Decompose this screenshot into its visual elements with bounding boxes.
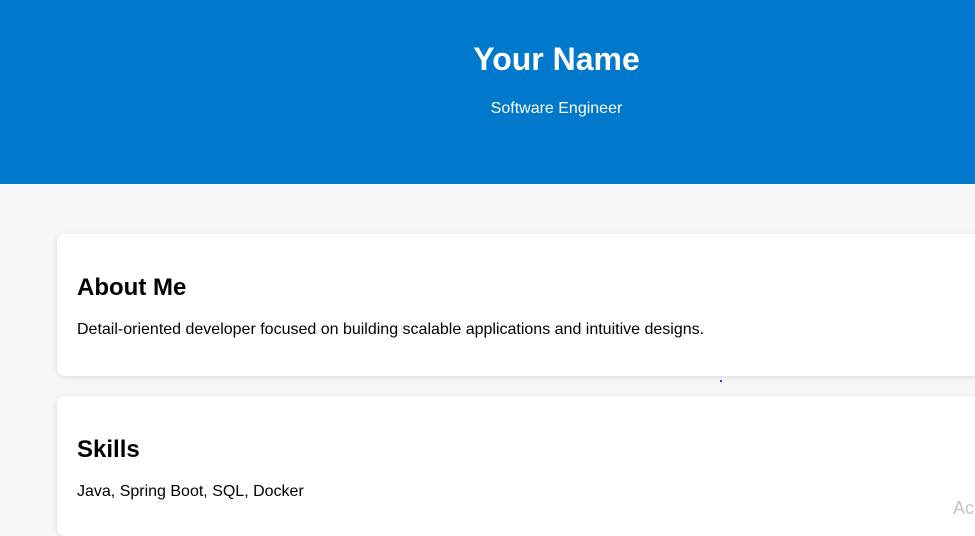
stray-dot	[720, 380, 722, 382]
about-me-heading: About Me	[77, 274, 187, 301]
page-header: Your Name Software Engineer	[0, 0, 975, 184]
about-me-card: About Me Detail-oriented developer focus…	[57, 234, 975, 376]
page-subtitle: Software Engineer	[490, 100, 623, 117]
skills-text: Java, Spring Boot, SQL, Docker	[77, 483, 304, 500]
skills-heading: Skills	[77, 436, 140, 463]
page-title: Your Name	[473, 41, 640, 77]
skills-card: Skills Java, Spring Boot, SQL, Docker	[57, 396, 975, 536]
about-me-text: Detail-oriented developer focused on bui…	[77, 321, 705, 338]
